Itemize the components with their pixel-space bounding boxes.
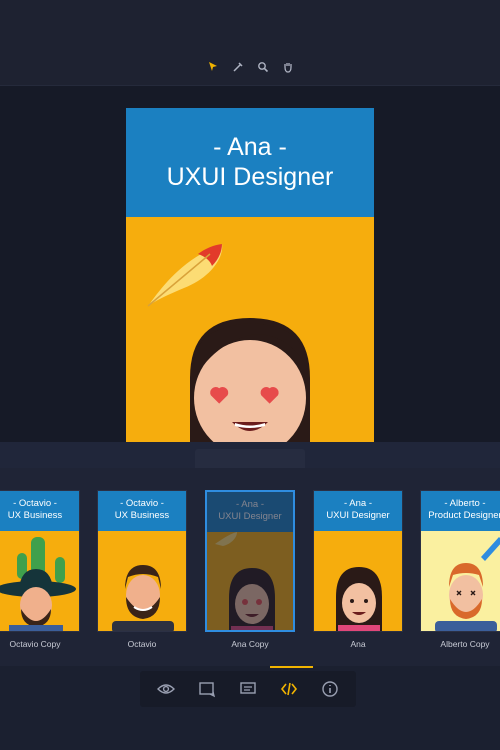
artboard-caption: Octavio Copy [9, 639, 61, 649]
eye-icon [157, 684, 176, 694]
top-toolbar [0, 0, 500, 86]
artboard-card-ana-copy[interactable]: - Ana - UXUI Designer Ana Copy [205, 490, 295, 649]
artboards-mode-button[interactable] [192, 675, 222, 703]
thumbnail-header: - Octavio - UX Business [0, 491, 79, 531]
bottom-toolbar [0, 666, 500, 750]
comment-icon [240, 682, 256, 694]
octavio-sombrero-illustration [0, 537, 76, 631]
artboard-title-name: - Ana - [213, 133, 287, 161]
thumbnail-name: - Ana - [344, 498, 372, 509]
info-icon [321, 681, 338, 697]
zoom-icon [257, 61, 268, 72]
alberto-illustration [435, 537, 500, 631]
artboard-caption: Octavio [127, 639, 157, 649]
artboard-card-octavio[interactable]: - Octavio - UX Business Octavio [97, 490, 187, 649]
info-mode-button[interactable] [315, 675, 345, 703]
thumbnail-role: UXUI Designer [218, 511, 282, 522]
thumbnail-name: - Octavio - [120, 498, 164, 509]
cursor-tool-button[interactable] [204, 58, 221, 75]
artboard-thumbnail: - Alberto - Product Designer [420, 490, 500, 632]
eyedropper-tool-button[interactable] [229, 58, 246, 75]
canvas-tools [204, 58, 296, 75]
artboard-thumbnail: - Ana - UXUI Designer [313, 490, 403, 632]
panel-resize-bar[interactable] [0, 442, 500, 468]
mode-switcher [140, 671, 356, 707]
artboard-thumbnail: - Octavio - UX Business [97, 490, 187, 632]
artboard-title-role: UXUI Designer [166, 163, 334, 191]
thumbnail-header: - Octavio - UX Business [98, 491, 186, 531]
artboard-header: - Ana - UXUI Designer [126, 108, 374, 217]
feather-icon [147, 244, 223, 307]
inspect-code-mode-button[interactable] [274, 675, 304, 703]
artboard-card-ana[interactable]: - Ana - UXUI Designer Ana [313, 490, 403, 649]
ana-illustration [336, 567, 382, 631]
artboard-caption: Ana [350, 639, 366, 649]
artboard-ana-copy[interactable]: - Ana - UXUI Designer [126, 108, 374, 442]
thumbnail-header: - Ana - UXUI Designer [314, 491, 402, 531]
thumbnail-role: Product Designer [428, 510, 500, 521]
thumbnail-name: - Octavio - [13, 498, 57, 509]
ana-face-illustration [190, 318, 310, 442]
artboard-caption: Ana Copy [231, 639, 269, 649]
comments-mode-button[interactable] [233, 675, 263, 703]
artboard-card-alberto-copy[interactable]: - Alberto - Product Designer Alberto Cop… [420, 490, 500, 649]
thumbnail-name: - Ana - [236, 499, 264, 510]
artboard-icon [199, 682, 216, 698]
thumbnail-header: - Ana - UXUI Designer [207, 492, 293, 532]
artboard-thumbnail: - Octavio - UX Business [0, 490, 80, 632]
octavio-illustration [112, 565, 174, 631]
thumbnail-header: - Alberto - Product Designer [421, 491, 500, 531]
ana-hearts-illustration [215, 532, 275, 630]
code-icon [280, 682, 297, 696]
artboard-strip: - Octavio - UX Business Octavio Copy - O… [0, 468, 500, 666]
zoom-tool-button[interactable] [254, 58, 271, 75]
artboard-thumbnail: - Ana - UXUI Designer [205, 490, 295, 632]
thumbnail-role: UX Business [114, 510, 170, 521]
eyedropper-icon [232, 61, 243, 72]
artboard-card-octavio-copy[interactable]: - Octavio - UX Business Octavio Copy [0, 490, 80, 649]
canvas[interactable]: - Ana - UXUI Designer [0, 87, 500, 442]
thumbnail-name: - Alberto - [444, 498, 486, 509]
thumbnail-role: UXUI Designer [326, 510, 390, 521]
cursor-arrow-icon [208, 61, 217, 71]
preview-mode-button[interactable] [151, 675, 181, 703]
thumbnail-role: UX Business [7, 510, 63, 521]
panel-resize-handle[interactable] [195, 449, 305, 468]
active-mode-indicator [270, 666, 313, 668]
artboard-caption: Alberto Copy [440, 639, 490, 649]
hand-icon [283, 62, 292, 73]
hand-tool-button[interactable] [279, 58, 296, 75]
